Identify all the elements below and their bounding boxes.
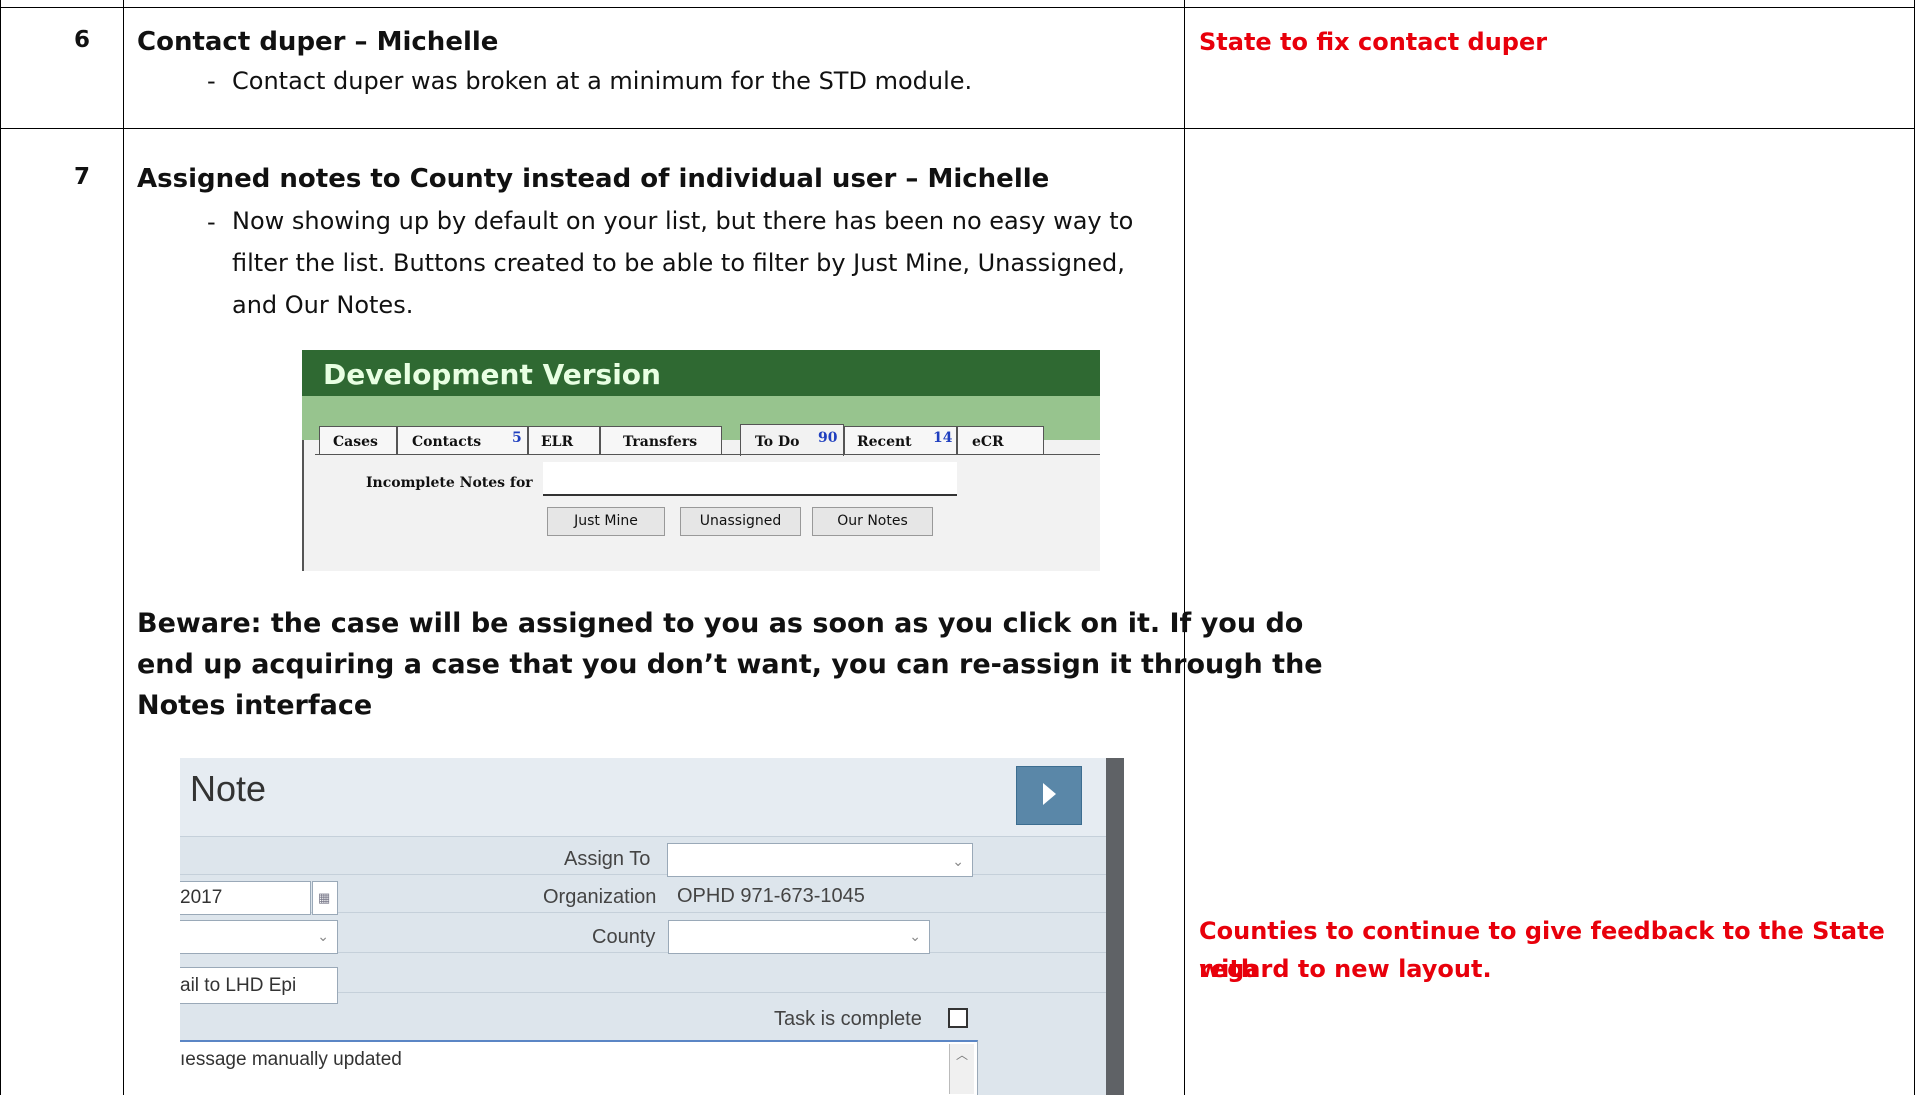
row-bullet-line: filter the list. Buttons created to be a… bbox=[232, 249, 1125, 277]
county-label: County bbox=[592, 926, 656, 948]
tab-recent[interactable]: Recent 14 bbox=[844, 426, 957, 454]
table-divider-action bbox=[1184, 0, 1185, 1095]
assign-to-select[interactable]: ⌄ bbox=[667, 843, 973, 877]
chevron-down-icon: ⌄ bbox=[952, 853, 964, 869]
our-notes-button[interactable]: Our Notes bbox=[812, 507, 933, 536]
next-button[interactable] bbox=[1016, 766, 1082, 825]
notes-table: 6 Contact duper – Michelle - Contact dup… bbox=[0, 0, 1915, 1095]
tabs-screenshot: Development Version Cases Contacts 5 ELR… bbox=[302, 350, 1100, 571]
note-title: Note bbox=[190, 768, 267, 809]
assign-to-label: Assign To bbox=[564, 848, 651, 870]
row-action-line: regard to new layout. bbox=[1199, 955, 1492, 983]
beware-line: end up acquiring a case that you don’t w… bbox=[137, 649, 1323, 680]
tab-elr[interactable]: ELR bbox=[528, 426, 600, 454]
email-field[interactable]: ail to LHD Epi bbox=[180, 967, 338, 1004]
county-select[interactable]: ⌄ bbox=[668, 920, 930, 954]
date-field[interactable]: 2017 bbox=[180, 881, 311, 915]
row-title: Contact duper – Michelle bbox=[137, 27, 499, 57]
calendar-button[interactable]: ▦ bbox=[312, 881, 338, 915]
tab-label: Transfers bbox=[623, 434, 698, 450]
note-header bbox=[180, 758, 1110, 836]
row-number: 6 bbox=[74, 27, 91, 53]
table-border-top bbox=[0, 7, 1915, 8]
dev-version-title: Development Version bbox=[323, 358, 661, 391]
beware-line: Beware: the case will be assigned to you… bbox=[137, 608, 1304, 639]
task-complete-label: Task is complete bbox=[774, 1008, 922, 1030]
row-divider bbox=[0, 128, 1915, 129]
tab-cases[interactable]: Cases bbox=[319, 426, 397, 454]
tab-count: 14 bbox=[933, 430, 953, 446]
tab-count: 90 bbox=[818, 430, 838, 446]
type-select[interactable]: ⌄ bbox=[180, 920, 338, 954]
row-action: State to fix contact duper bbox=[1199, 28, 1548, 56]
panel-left-border bbox=[302, 440, 317, 571]
incomplete-notes-field[interactable] bbox=[543, 462, 957, 496]
textarea-scrollbar[interactable]: ︿ bbox=[949, 1044, 974, 1094]
organization-value: OPHD 971-673-1045 bbox=[677, 885, 865, 907]
tab-label: ELR bbox=[541, 434, 574, 450]
task-complete-checkbox[interactable] bbox=[948, 1008, 968, 1028]
tab-ecr[interactable]: eCR bbox=[957, 426, 1044, 454]
incomplete-notes-label: Incomplete Notes for bbox=[366, 475, 533, 491]
organization-label: Organization bbox=[543, 886, 657, 908]
row-number: 7 bbox=[74, 164, 91, 190]
just-mine-button[interactable]: Just Mine bbox=[547, 507, 665, 536]
chevron-down-icon: ⌄ bbox=[317, 928, 329, 944]
calendar-icon: ▦ bbox=[318, 890, 331, 905]
table-border-left bbox=[0, 0, 1, 1095]
row-bullet-line: Now showing up by default on your list, … bbox=[232, 207, 1134, 235]
bullet-dash: - bbox=[207, 208, 216, 236]
tab-count: 5 bbox=[512, 430, 522, 446]
tab-label: Cases bbox=[333, 434, 378, 450]
unassigned-button[interactable]: Unassigned bbox=[680, 507, 801, 536]
note-screenshot: Note Assign To ⌄ 2017 ▦ Organization OPH… bbox=[180, 758, 1124, 1095]
beware-line: Notes interface bbox=[137, 690, 373, 721]
tab-underline bbox=[315, 454, 1100, 455]
row-bullet: Contact duper was broken at a minimum fo… bbox=[232, 67, 973, 95]
scrollbar[interactable] bbox=[1106, 758, 1124, 1095]
tab-label: Contacts bbox=[412, 434, 482, 450]
chevron-down-icon: ⌄ bbox=[909, 928, 921, 944]
play-icon bbox=[1043, 783, 1056, 805]
row-title: Assigned notes to County instead of indi… bbox=[137, 164, 1050, 194]
message-textarea[interactable]: ıessage manually updated bbox=[180, 1040, 978, 1095]
dev-version-header: Development Version bbox=[302, 350, 1100, 396]
row-bullet-line: and Our Notes. bbox=[232, 291, 414, 319]
tab-label: To Do bbox=[755, 434, 800, 450]
tab-contacts[interactable]: Contacts 5 bbox=[397, 426, 528, 454]
tab-label: eCR bbox=[972, 434, 1004, 450]
bullet-dash: - bbox=[207, 67, 216, 95]
chevron-up-icon: ︿ bbox=[956, 1048, 969, 1062]
table-divider-number bbox=[123, 0, 124, 1095]
tab-to-do[interactable]: To Do 90 bbox=[740, 424, 844, 456]
tab-label: Recent bbox=[857, 434, 912, 450]
section-divider bbox=[180, 836, 1106, 837]
tab-transfers[interactable]: Transfers bbox=[600, 426, 722, 454]
